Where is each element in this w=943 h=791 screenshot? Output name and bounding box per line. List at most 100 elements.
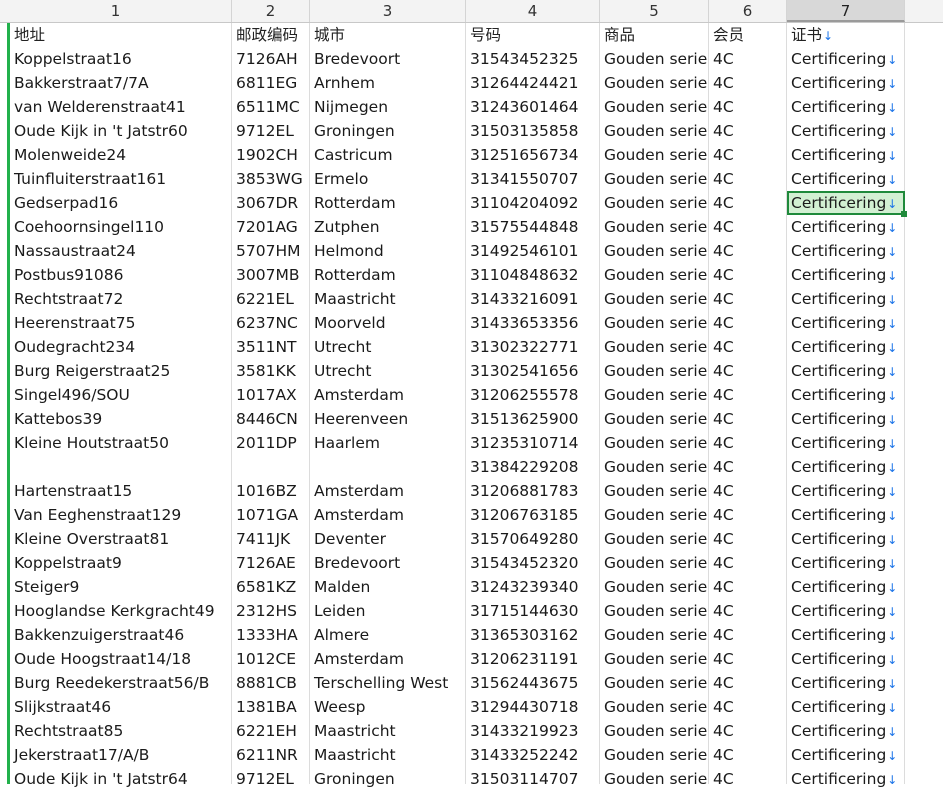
cell-city[interactable] bbox=[310, 455, 466, 479]
cell-certificate[interactable]: Certificering↓ bbox=[787, 383, 905, 407]
header-cell-product[interactable]: 商品 bbox=[600, 23, 709, 47]
cell-product[interactable]: Gouden serie bbox=[600, 383, 709, 407]
cell-member[interactable]: 4C bbox=[709, 119, 787, 143]
cell-member[interactable]: 4C bbox=[709, 503, 787, 527]
cell-certificate[interactable]: Certificering↓ bbox=[787, 527, 905, 551]
cell-city[interactable]: Malden bbox=[310, 575, 466, 599]
cell-number[interactable]: 31243239340 bbox=[466, 575, 600, 599]
cell-address[interactable]: Nassaustraat24 bbox=[10, 239, 232, 263]
cell-city[interactable]: Heerenveen bbox=[310, 407, 466, 431]
cell-product[interactable]: Gouden serie bbox=[600, 71, 709, 95]
cell-product[interactable]: Gouden serie bbox=[600, 767, 709, 791]
cell-number[interactable]: 31492546101 bbox=[466, 239, 600, 263]
cell-address[interactable]: Burg Reedekerstraat56/B bbox=[10, 671, 232, 695]
cell-certificate[interactable]: Certificering↓ bbox=[787, 215, 905, 239]
cell-city[interactable]: Moorveld bbox=[310, 311, 466, 335]
cell-member[interactable]: 4C bbox=[709, 719, 787, 743]
cell-city[interactable]: Rotterdam bbox=[310, 191, 466, 215]
cell-city[interactable]: Bredevoort bbox=[310, 551, 466, 575]
cell-postcode[interactable]: 2312HS bbox=[232, 599, 310, 623]
cell-member[interactable]: 4C bbox=[709, 71, 787, 95]
cell-product[interactable]: Gouden serie bbox=[600, 407, 709, 431]
cell-member[interactable]: 4C bbox=[709, 431, 787, 455]
cell-member[interactable]: 4C bbox=[709, 191, 787, 215]
cell-number[interactable]: 31384229208 bbox=[466, 455, 600, 479]
header-cell-address[interactable]: 地址 bbox=[10, 23, 232, 47]
cell-member[interactable]: 4C bbox=[709, 695, 787, 719]
cell-city[interactable]: Arnhem bbox=[310, 71, 466, 95]
cell-product[interactable]: Gouden serie bbox=[600, 119, 709, 143]
cell-product[interactable]: Gouden serie bbox=[600, 647, 709, 671]
column-header-7[interactable]: 7 bbox=[787, 0, 905, 22]
cell-postcode[interactable]: 7126AE bbox=[232, 551, 310, 575]
cell-product[interactable]: Gouden serie bbox=[600, 719, 709, 743]
link-arrow-icon[interactable]: ↓ bbox=[887, 293, 897, 307]
cell-product[interactable]: Gouden serie bbox=[600, 671, 709, 695]
link-arrow-icon[interactable]: ↓ bbox=[887, 701, 897, 715]
link-arrow-icon[interactable]: ↓ bbox=[887, 605, 897, 619]
cell-member[interactable]: 4C bbox=[709, 47, 787, 71]
cell-address[interactable]: Bakkerstraat7/7A bbox=[10, 71, 232, 95]
column-header-1[interactable]: 1 bbox=[0, 0, 232, 22]
cell-certificate[interactable]: Certificering↓ bbox=[787, 431, 905, 455]
cell-number[interactable]: 31206255578 bbox=[466, 383, 600, 407]
cell-address[interactable]: Koppelstraat9 bbox=[10, 551, 232, 575]
cell-city[interactable]: Nijmegen bbox=[310, 95, 466, 119]
cell-member[interactable]: 4C bbox=[709, 359, 787, 383]
cell-number[interactable]: 31575544848 bbox=[466, 215, 600, 239]
cell-product[interactable]: Gouden serie bbox=[600, 95, 709, 119]
cell-product[interactable]: Gouden serie bbox=[600, 455, 709, 479]
cell-address[interactable]: Oude Kijk in 't Jatstr64 bbox=[10, 767, 232, 791]
link-arrow-icon[interactable]: ↓ bbox=[887, 149, 897, 163]
cell-address[interactable]: Rechtstraat72 bbox=[10, 287, 232, 311]
cell-number[interactable]: 31570649280 bbox=[466, 527, 600, 551]
cell-certificate[interactable]: Certificering↓ bbox=[787, 695, 905, 719]
cell-product[interactable]: Gouden serie bbox=[600, 287, 709, 311]
cell-certificate[interactable]: Certificering↓ bbox=[787, 263, 905, 287]
cell-number[interactable]: 31341550707 bbox=[466, 167, 600, 191]
header-cell-number[interactable]: 号码 bbox=[466, 23, 600, 47]
header-cell-member[interactable]: 会员 bbox=[709, 23, 787, 47]
cell-postcode[interactable]: 7126AH bbox=[232, 47, 310, 71]
link-arrow-icon[interactable]: ↓ bbox=[887, 581, 897, 595]
cell-product[interactable]: Gouden serie bbox=[600, 743, 709, 767]
cell-product[interactable]: Gouden serie bbox=[600, 479, 709, 503]
cell-member[interactable]: 4C bbox=[709, 551, 787, 575]
cell-postcode[interactable]: 1016BZ bbox=[232, 479, 310, 503]
cell-address[interactable]: Burg Reigerstraat25 bbox=[10, 359, 232, 383]
cell-postcode[interactable]: 7201AG bbox=[232, 215, 310, 239]
link-arrow-icon[interactable]: ↓ bbox=[887, 773, 897, 787]
cell-member[interactable]: 4C bbox=[709, 263, 787, 287]
cell-postcode[interactable]: 7411JK bbox=[232, 527, 310, 551]
cell-product[interactable]: Gouden serie bbox=[600, 551, 709, 575]
cell-member[interactable]: 4C bbox=[709, 647, 787, 671]
cell-postcode[interactable]: 1012CE bbox=[232, 647, 310, 671]
cell-member[interactable]: 4C bbox=[709, 311, 787, 335]
cell-certificate[interactable]: Certificering↓ bbox=[787, 407, 905, 431]
cell-number[interactable]: 31294430718 bbox=[466, 695, 600, 719]
cell-certificate[interactable]: Certificering↓ bbox=[787, 599, 905, 623]
link-arrow-icon[interactable]: ↓ bbox=[887, 365, 897, 379]
cell-number[interactable]: 31206231191 bbox=[466, 647, 600, 671]
cell-number[interactable]: 31104848632 bbox=[466, 263, 600, 287]
cell-postcode[interactable]: 6211NR bbox=[232, 743, 310, 767]
link-arrow-icon[interactable]: ↓ bbox=[887, 53, 897, 67]
column-header-4[interactable]: 4 bbox=[466, 0, 600, 22]
cell-postcode[interactable]: 6811EG bbox=[232, 71, 310, 95]
cell-city[interactable]: Rotterdam bbox=[310, 263, 466, 287]
link-arrow-icon[interactable]: ↓ bbox=[887, 173, 897, 187]
cell-number[interactable]: 31543452325 bbox=[466, 47, 600, 71]
link-arrow-icon[interactable]: ↓ bbox=[887, 413, 897, 427]
link-arrow-icon[interactable]: ↓ bbox=[887, 437, 897, 451]
cell-certificate[interactable]: Certificering↓ bbox=[787, 719, 905, 743]
cell-number[interactable]: 31433216091 bbox=[466, 287, 600, 311]
link-arrow-icon[interactable]: ↓ bbox=[887, 221, 897, 235]
cell-address[interactable]: Oude Hoogstraat14/18 bbox=[10, 647, 232, 671]
cell-certificate[interactable]: Certificering↓ bbox=[787, 647, 905, 671]
cell-member[interactable]: 4C bbox=[709, 671, 787, 695]
cell-certificate[interactable]: Certificering↓ bbox=[787, 119, 905, 143]
cell-postcode[interactable]: 1017AX bbox=[232, 383, 310, 407]
cell-number[interactable]: 31264424421 bbox=[466, 71, 600, 95]
cell-city[interactable]: Weesp bbox=[310, 695, 466, 719]
cell-product[interactable]: Gouden serie bbox=[600, 143, 709, 167]
